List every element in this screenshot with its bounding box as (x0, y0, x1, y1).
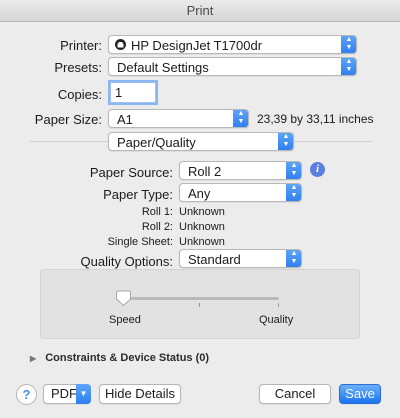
window-title: Print (186, 3, 214, 18)
copies-label: Copies: (57, 87, 102, 102)
paper-type-value: Any (188, 186, 211, 201)
status-label: Roll 2: (141, 221, 173, 233)
cancel-button[interactable]: Cancel (259, 384, 331, 404)
paper-type-popup[interactable]: Any ▲ ▼ (179, 183, 302, 202)
status-label: Single Sheet: (107, 236, 173, 248)
quality-options-popup[interactable]: Standard ▲ ▼ (179, 249, 302, 268)
constraints-disclosure[interactable]: ▶ Constraints & Device Status (0) (30, 352, 209, 364)
presets-popup[interactable]: Default Settings ▲ ▼ (108, 57, 357, 76)
status-label: Roll 1: (141, 206, 173, 218)
slider-tick (278, 303, 279, 307)
chevron-updown-icon: ▲ ▼ (341, 58, 356, 75)
save-button[interactable]: Save (339, 384, 381, 404)
section-value: Paper/Quality (117, 135, 196, 150)
paper-type-label: Paper Type: (103, 187, 173, 202)
chevron-updown-icon: ▲ ▼ (286, 184, 301, 201)
window-titlebar: Print (0, 0, 400, 22)
disclosure-triangle-icon: ▶ (30, 354, 37, 363)
copies-input[interactable]: 1 (110, 82, 156, 103)
chevron-updown-icon: ▲ ▼ (278, 133, 293, 150)
constraints-label: Constraints & Device Status (0) (45, 352, 210, 364)
presets-label: Presets: (54, 60, 102, 75)
printer-icon (115, 39, 126, 50)
paper-size-value: A1 (117, 112, 133, 127)
chevron-down-icon: ▼ (76, 384, 91, 404)
hide-details-button[interactable]: Hide Details (99, 384, 181, 404)
printer-popup[interactable]: HP DesignJet T1700dr ▲ ▼ (108, 35, 357, 54)
paper-size-popup[interactable]: A1 ▲ ▼ (108, 109, 249, 128)
paper-source-value: Roll 2 (188, 164, 222, 179)
slider-min-label: Speed (109, 314, 141, 326)
chevron-updown-icon: ▲ ▼ (286, 250, 301, 267)
chevron-updown-icon: ▲ ▼ (286, 162, 301, 179)
status-value: Unknown (179, 236, 225, 248)
section-popup[interactable]: Paper/Quality ▲ ▼ (108, 132, 294, 151)
status-value: Unknown (179, 206, 225, 218)
slider-track[interactable] (123, 297, 279, 300)
paper-size-dimensions: 23,39 by 33,11 inches (257, 112, 374, 126)
printer-value: HP DesignJet T1700dr (131, 38, 263, 53)
quality-panel: Speed Quality (40, 269, 360, 339)
help-button[interactable]: ? (16, 384, 37, 405)
status-value: Unknown (179, 221, 225, 233)
presets-value: Default Settings (117, 60, 209, 75)
pdf-menu-button[interactable]: PDF ▼ (43, 384, 91, 404)
slider-max-label: Quality (259, 314, 294, 326)
pdf-label: PDF (51, 386, 77, 401)
quality-options-value: Standard (188, 252, 241, 267)
slider-thumb[interactable] (115, 290, 132, 307)
chevron-updown-icon: ▲ ▼ (233, 110, 248, 127)
slider-tick (199, 303, 200, 307)
printer-label: Printer: (60, 38, 102, 53)
paper-source-popup[interactable]: Roll 2 ▲ ▼ (179, 161, 302, 180)
chevron-updown-icon: ▲ ▼ (341, 36, 356, 53)
paper-size-label: Paper Size: (34, 112, 102, 127)
quality-options-label: Quality Options: (80, 254, 174, 269)
info-icon[interactable]: i (310, 162, 325, 177)
paper-source-label: Paper Source: (89, 165, 173, 180)
